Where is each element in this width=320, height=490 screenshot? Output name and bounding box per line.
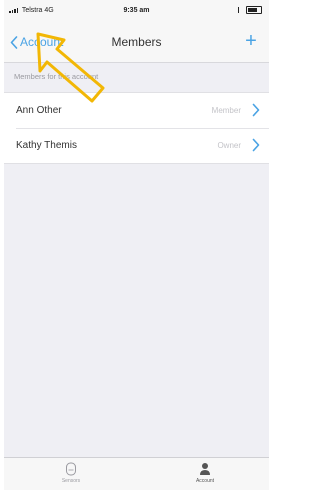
tab-label: Account [195, 478, 215, 484]
annotation-arrow-icon [36, 32, 105, 103]
sensor-icon [66, 462, 76, 476]
chevron-right-icon [252, 138, 260, 157]
bluetooth-icon [238, 7, 243, 13]
tab-label: Sensors [61, 478, 81, 484]
person-icon [200, 463, 210, 475]
member-name: Kathy Themis [16, 140, 77, 151]
phone-screen: Telstra 4G 9:35 am Account Members + Mem… [4, 0, 269, 490]
chevron-right-icon [252, 103, 260, 122]
member-role: Owner [217, 141, 241, 150]
tab-sensors[interactable]: Sensors [41, 462, 101, 484]
tab-bar: Sensors Account [4, 457, 269, 490]
battery-icon [246, 6, 262, 14]
tab-account[interactable]: Account [175, 462, 235, 484]
status-time: 9:35 am [123, 7, 150, 14]
status-bar: Telstra 4G 9:35 am [4, 0, 269, 22]
status-indicators [238, 6, 262, 14]
add-member-button[interactable]: + [241, 29, 261, 53]
list-item-kathy-themis[interactable]: Kathy Themis Owner [4, 128, 269, 163]
member-role: Member [211, 106, 241, 115]
